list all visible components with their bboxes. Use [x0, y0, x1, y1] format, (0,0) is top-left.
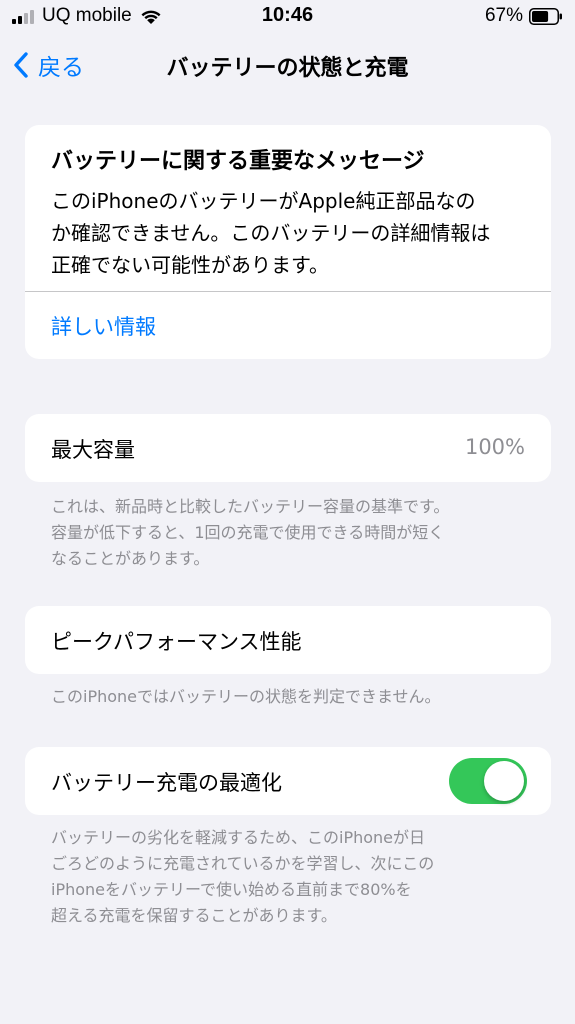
- battery-percent: 67%: [484, 5, 523, 26]
- footnote-line: これは、新品時と比較したバッテリー容量の基準です。: [51, 497, 450, 516]
- footnote-line: iPhoneをバッテリーで使い始める直前まで80%を: [51, 880, 412, 899]
- max-capacity-row: 最大容量 100%: [25, 414, 551, 482]
- max-capacity-footnote: これは、新品時と比較したバッテリー容量の基準です。 容量が低下すると、1回の充電…: [51, 494, 521, 572]
- optimized-charging-toggle[interactable]: [449, 758, 527, 804]
- battery-icon: [529, 8, 562, 25]
- message-body-line: このiPhoneのバッテリーがApple純正部品なの: [51, 189, 476, 213]
- page-title: バッテリーの状態と充電: [166, 56, 409, 81]
- max-capacity-label: 最大容量: [51, 438, 135, 462]
- optimized-charging-footnote: バッテリーの劣化を軽減するため、このiPhoneが日 ごろどのように充電されてい…: [51, 825, 521, 929]
- optimized-charging-row: バッテリー充電の最適化: [25, 747, 551, 815]
- optimized-charging-label: バッテリー充電の最適化: [51, 771, 282, 795]
- peak-performance-footnote: このiPhoneではバッテリーの状態を判定できません。: [51, 687, 441, 706]
- peak-performance-label: ピークパフォーマンス性能: [51, 630, 302, 654]
- toggle-knob: [484, 761, 524, 801]
- message-body: このiPhoneのバッテリーがApple純正部品なの か確認できません。このバッ…: [51, 185, 531, 281]
- message-body-line: 正確でない可能性があります。: [51, 253, 329, 277]
- footnote-line: バッテリーの劣化を軽減するため、このiPhoneが日: [51, 828, 426, 847]
- message-body-line: か確認できません。このバッテリーの詳細情報は: [51, 221, 491, 245]
- footnote-line: ごろどのように充電されているかを学習し、次にこの: [51, 854, 435, 873]
- divider: [25, 291, 551, 292]
- status-bar: UQ mobile 10:46 67%: [0, 0, 575, 34]
- max-capacity-value: 100%: [464, 435, 525, 459]
- battery-message-card: バッテリーに関する重要なメッセージ このiPhoneのバッテリーがApple純正…: [25, 125, 551, 359]
- message-title: バッテリーに関する重要なメッセージ: [51, 149, 425, 174]
- footnote-line: 容量が低下すると、1回の充電で使用できる時間が短く: [51, 523, 445, 542]
- navigation-bar: 戻る バッテリーの状態と充電: [0, 40, 575, 90]
- peak-performance-row: ピークパフォーマンス性能: [25, 606, 551, 674]
- footnote-line: 超える充電を保留することがあります。: [51, 906, 337, 925]
- footnote-line: なることがあります。: [51, 549, 210, 568]
- learn-more-link[interactable]: 詳しい情報: [51, 311, 156, 341]
